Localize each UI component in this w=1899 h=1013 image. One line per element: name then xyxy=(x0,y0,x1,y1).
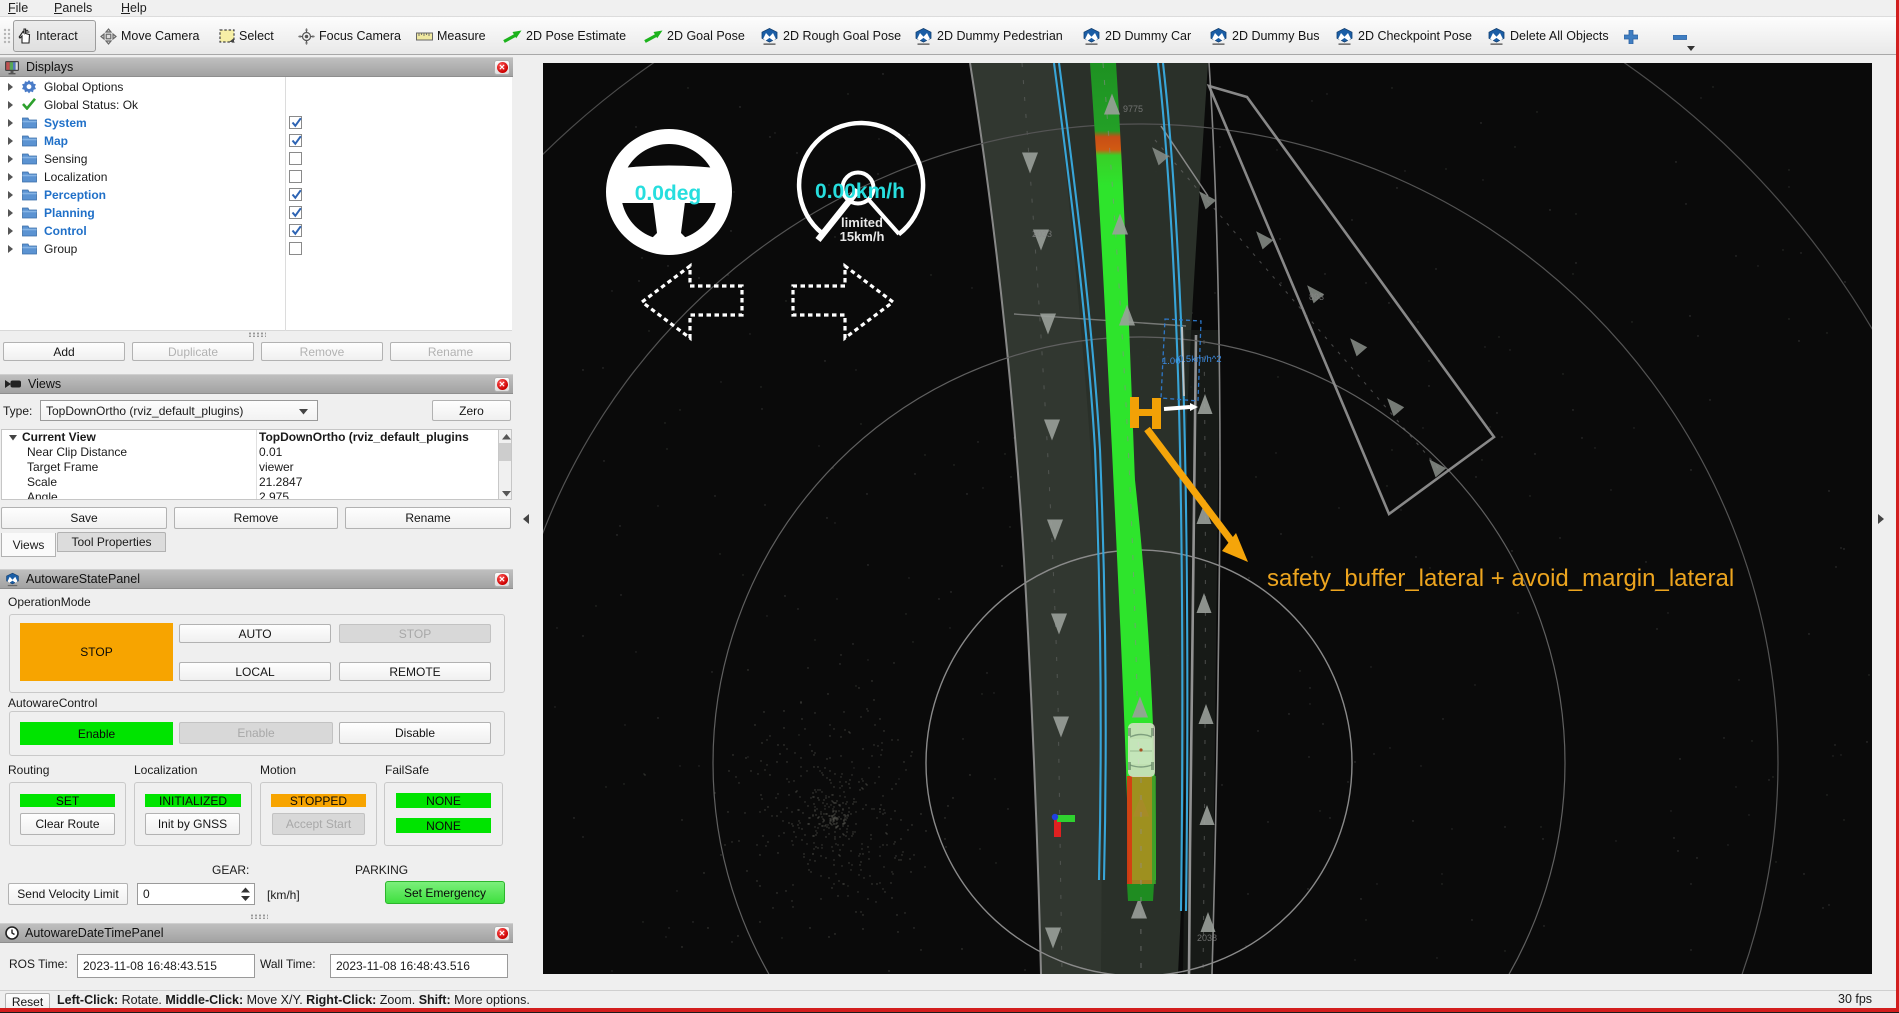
svg-text:15km/h: 15km/h xyxy=(840,229,885,244)
svg-text:0.0deg: 0.0deg xyxy=(635,182,702,205)
svg-text:safety_buffer_lateral + avoid_: safety_buffer_lateral + avoid_margin_lat… xyxy=(1267,565,1734,592)
svg-text:2033: 2033 xyxy=(1032,229,1052,239)
svg-text:0.00km/h: 0.00km/h xyxy=(815,180,905,203)
svg-text:2038: 2038 xyxy=(1197,933,1217,943)
svg-text:9775: 9775 xyxy=(1123,104,1143,114)
svg-text:893: 893 xyxy=(1309,292,1324,302)
svg-text:0.5km/h^2: 0.5km/h^2 xyxy=(1178,354,1222,365)
svg-text:limited: limited xyxy=(841,215,883,230)
